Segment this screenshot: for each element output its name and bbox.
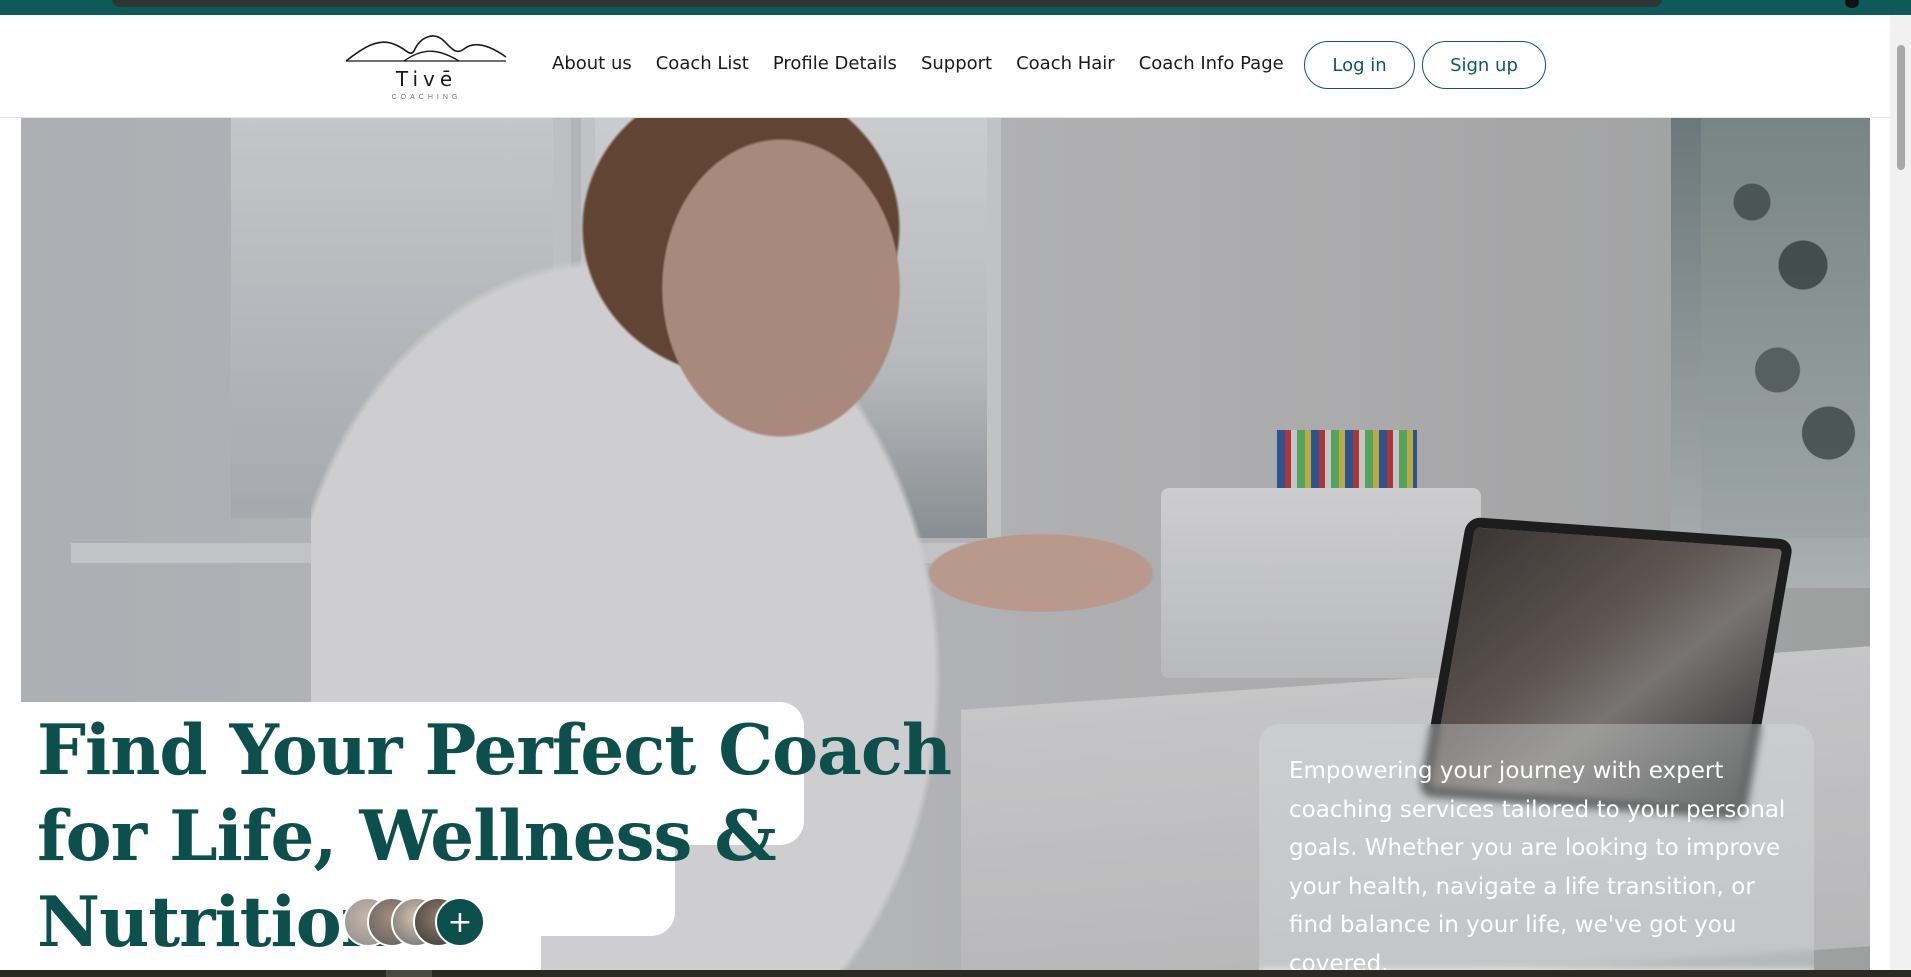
- headline-line-1: Find Your Perfect Coach: [37, 710, 952, 791]
- brand-logo[interactable]: Tivē COACHING: [344, 27, 509, 107]
- hero-description-card: Empowering your journey with expert coac…: [1259, 724, 1814, 977]
- os-taskbar: [0, 970, 1911, 977]
- nav-link-coach-info-page[interactable]: Coach Info Page: [1139, 53, 1284, 74]
- browser-profile-icon[interactable]: [1845, 0, 1859, 8]
- site-header: Tivē COACHING About us Coach List Profil…: [0, 15, 1890, 118]
- nav-link-coach-hair[interactable]: Coach Hair: [1016, 53, 1115, 74]
- coach-avatar-stack[interactable]: +: [343, 897, 485, 947]
- signup-button[interactable]: Sign up: [1422, 41, 1546, 89]
- nav-link-coach-list[interactable]: Coach List: [656, 53, 749, 74]
- nav-link-about-us[interactable]: About us: [552, 53, 632, 74]
- taskbar-active-app[interactable]: [386, 970, 432, 977]
- brand-name: Tivē: [395, 67, 458, 91]
- plus-icon[interactable]: +: [435, 897, 485, 947]
- browser-address-bar[interactable]: [112, 0, 1662, 7]
- top-accent-bar: [0, 0, 1911, 15]
- nav-link-support[interactable]: Support: [921, 53, 992, 74]
- scrollbar-thumb[interactable]: [1897, 45, 1905, 170]
- headline-line-2: for Life, Wellness &: [37, 796, 777, 877]
- mountain-logo-icon: [345, 35, 507, 62]
- hero-description: Empowering your journey with expert coac…: [1289, 758, 1786, 977]
- brand-subtitle: COACHING: [391, 94, 462, 101]
- page-scrollbar[interactable]: [1890, 15, 1911, 970]
- main-nav: About us Coach List Profile Details Supp…: [552, 53, 1308, 74]
- nav-link-profile-details[interactable]: Profile Details: [773, 53, 897, 74]
- login-button[interactable]: Log in: [1304, 41, 1415, 89]
